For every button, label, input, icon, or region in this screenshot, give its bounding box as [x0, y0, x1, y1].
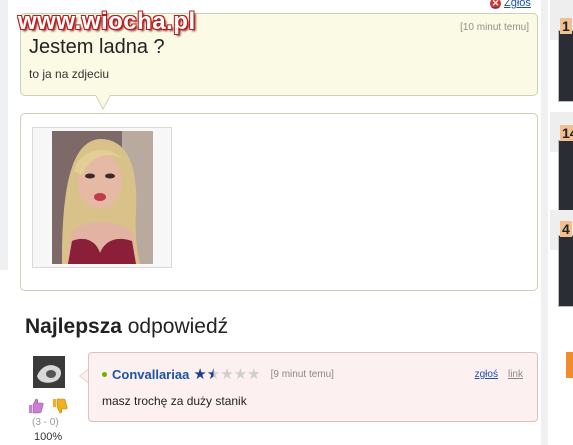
answer-header: Convallariaa ★ ★ ★ ★ ★ [9 minut temu] [102, 367, 334, 382]
answer-report-link[interactable]: zgłoś [475, 369, 498, 380]
sidebar-product-image[interactable] [558, 140, 573, 212]
vote-buttons [28, 398, 68, 414]
star-icon: ★ [233, 366, 248, 383]
sidebar-rank: 14 [560, 125, 573, 141]
sidebar-orange-button[interactable] [566, 352, 573, 378]
answer-permalink[interactable]: link [508, 369, 523, 380]
question-time: [10 minut temu] [460, 22, 529, 33]
report-label: Zgłoś [504, 0, 531, 9]
best-answer-heading-bold: Najlepsza [25, 315, 122, 338]
star-icon: ★ [220, 366, 234, 383]
photo-panel [20, 113, 538, 291]
sidebar-rank: 1 [560, 18, 572, 34]
bubble-tail [95, 95, 111, 110]
star-icon: ★ [206, 366, 221, 383]
star-icon: ★ [193, 366, 207, 383]
answer-text: masz trochę za duży stanik [102, 394, 247, 408]
online-status-icon [102, 372, 107, 377]
vote-percent: 100% [34, 431, 63, 443]
rating-stars: ★ ★ ★ ★ ★ [193, 367, 260, 382]
content-gutter [541, 0, 548, 445]
answer-links: zgłoś link [475, 369, 523, 380]
sidebar-product-image[interactable] [558, 235, 573, 307]
sidebar-product-image[interactable] [558, 30, 573, 102]
question-title: Jestem ladna ? [29, 36, 165, 58]
answer-time: [9 minut temu] [270, 369, 334, 380]
answer-bubble: Convallariaa ★ ★ ★ ★ ★ [9 minut temu] zgłoś … [88, 352, 538, 422]
report-link[interactable]: ✕ Zgłoś [490, 0, 531, 9]
thumb-down-icon[interactable] [52, 398, 68, 414]
star-icon: ★ [247, 366, 261, 383]
avatar[interactable] [33, 356, 65, 388]
best-answer-heading-rest: odpowiedź [121, 315, 229, 338]
watermark-logo: www.wiocha.pl [18, 8, 196, 35]
left-margin [0, 0, 8, 270]
report-icon: ✕ [490, 0, 501, 9]
photo-frame[interactable] [32, 127, 172, 268]
vote-count: (3 - 0) [32, 417, 59, 428]
sidebar-rank: 4 [560, 221, 572, 237]
question-body: to ja na zdjeciu [29, 67, 110, 81]
answer-username[interactable]: Convallariaa [112, 367, 189, 382]
best-answer-heading: Najlepsza odpowiedź [25, 315, 228, 339]
thumb-up-icon[interactable] [28, 398, 44, 414]
question-photo[interactable] [52, 131, 153, 264]
